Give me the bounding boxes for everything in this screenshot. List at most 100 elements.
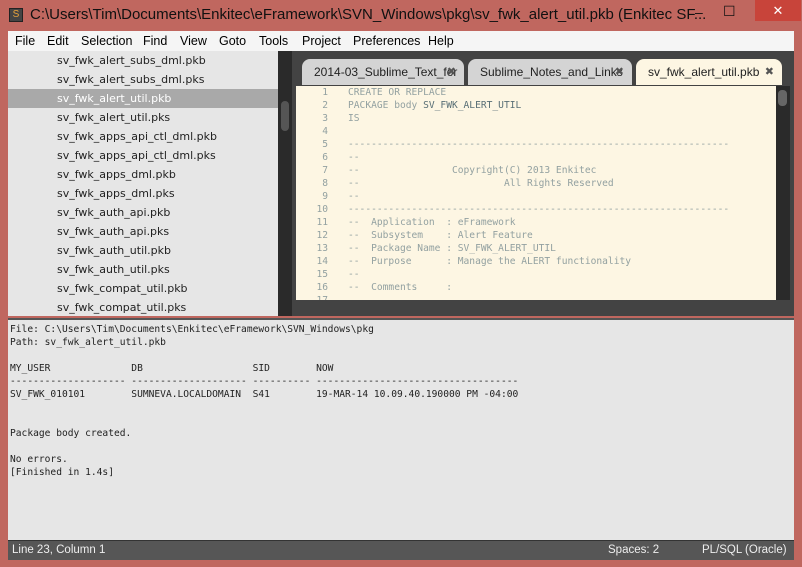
menu-tools[interactable]: Tools: [259, 34, 288, 48]
sidebar-file[interactable]: sv_fwk_alert_subs_dml.pks: [8, 70, 278, 89]
menu-project[interactable]: Project: [302, 34, 341, 48]
code-line: 1 CREATE OR REPLACE: [296, 86, 776, 99]
code-token: ----------------------------------------…: [348, 204, 730, 215]
sidebar-file[interactable]: sv_fwk_auth_util.pkb: [8, 241, 278, 260]
code-editor[interactable]: 1 CREATE OR REPLACE 2 PACKAGE body SV_FWK_A…: [296, 86, 776, 300]
window-title: C:\Users\Tim\Documents\Enkitec\eFramewor…: [30, 6, 707, 23]
sidebar-file[interactable]: sv_fwk_apps_dml.pks: [8, 184, 278, 203]
code-token: -- All Rights Reserved: [348, 178, 614, 189]
close-button[interactable]: ✕: [755, 0, 801, 21]
code-text: IS: [348, 112, 360, 125]
indentation-setting[interactable]: Spaces: 2: [608, 544, 659, 556]
code-token: -- Copyright(C) 2013 Enkitec: [348, 165, 597, 176]
code-line: 7 -- Copyright(C) 2013 Enkitec: [296, 164, 776, 177]
output-line: MY_USER DB SID NOW: [10, 363, 334, 374]
sidebar-file[interactable]: sv_fwk_compat_util.pkb: [8, 279, 278, 298]
tab-close-icon[interactable]: ✖: [615, 59, 624, 85]
code-text: -- All Rights Reserved: [348, 177, 614, 190]
output-line: Path: sv_fwk_alert_util.pkb: [10, 337, 166, 348]
tab-close-icon[interactable]: ✖: [765, 59, 774, 85]
code-line: 3 IS: [296, 112, 776, 125]
menu-preferences[interactable]: Preferences: [353, 34, 420, 48]
title-bar: S C:\Users\Tim\Documents\Enkitec\eFramew…: [0, 0, 802, 31]
sidebar-file[interactable]: sv_fwk_auth_api.pks: [8, 222, 278, 241]
tab-sv-fwk-alert-util[interactable]: sv_fwk_alert_util.pkb ✖: [636, 59, 782, 85]
code-text: PACKAGE body SV_FWK_ALERT_UTIL: [348, 99, 521, 112]
syntax-setting[interactable]: PL/SQL (Oracle): [702, 544, 787, 556]
sidebar-file[interactable]: sv_fwk_apps_api_ctl_dml.pkb: [8, 127, 278, 146]
output-line: [Finished in 1.4s]: [10, 467, 114, 478]
sidebar-file[interactable]: sv_fwk_apps_api_ctl_dml.pks: [8, 146, 278, 165]
code-line: 8 -- All Rights Reserved: [296, 177, 776, 190]
editor-scrollbar[interactable]: [776, 86, 790, 300]
sidebar-scrollbar[interactable]: [278, 51, 292, 316]
code-line: 11 -- Application : eFramework: [296, 216, 776, 229]
code-text: ----------------------------------------…: [348, 203, 729, 216]
menu-goto[interactable]: Goto: [219, 34, 246, 48]
tab-sublime-notes[interactable]: Sublime_Notes_and_Links ✖: [468, 59, 632, 85]
line-number: 3: [322, 113, 328, 124]
output-line: -------------------- -------------------…: [10, 376, 519, 387]
menu-edit[interactable]: Edit: [47, 34, 69, 48]
scroll-thumb[interactable]: [778, 90, 787, 106]
code-text: -- Subsystem : Alert Feature: [348, 229, 533, 242]
menu-bar: File Edit Selection Find View Goto Tools…: [8, 31, 794, 51]
code-token: -- Subsystem : Alert Feature: [348, 230, 533, 241]
line-number: 1: [322, 87, 328, 98]
sidebar-file-selected[interactable]: sv_fwk_alert_util.pkb: [8, 89, 278, 108]
menu-file[interactable]: File: [15, 34, 35, 48]
scroll-thumb[interactable]: [281, 101, 289, 131]
code-text: --: [348, 268, 360, 281]
code-text: CREATE OR REPLACE: [348, 86, 446, 99]
sidebar-file[interactable]: sv_fwk_compat_util.pks: [8, 298, 278, 316]
menu-help[interactable]: Help: [428, 34, 454, 48]
sidebar-file[interactable]: sv_fwk_alert_util.pks: [8, 108, 278, 127]
sidebar-file[interactable]: sv_fwk_auth_api.pkb: [8, 203, 278, 222]
output-line: No errors.: [10, 454, 68, 465]
code-token: --: [348, 152, 360, 163]
code-token: --: [348, 269, 360, 280]
minimize-button[interactable]: –: [695, 4, 703, 20]
menu-find[interactable]: Find: [143, 34, 167, 48]
code-token: IS: [348, 113, 360, 124]
tab-label: Sublime_Notes_and_Links: [480, 65, 623, 79]
maximize-button[interactable]: ☐: [723, 3, 736, 20]
tab-close-icon[interactable]: ✖: [447, 59, 456, 85]
code-token: -- Application : eFramework: [348, 217, 516, 228]
code-text: -- Application : eFramework: [348, 216, 516, 229]
code-text: --: [348, 190, 360, 203]
menu-view[interactable]: View: [180, 34, 207, 48]
line-number: 11: [316, 217, 328, 228]
tab-label: 2014-03_Sublime_Text_for: [314, 65, 458, 79]
line-number: 15: [316, 269, 328, 280]
code-token: -- Comments :: [348, 282, 452, 293]
code-text: -- Purpose : Manage the ALERT functional…: [348, 255, 631, 268]
output-line: Package body created.: [10, 428, 132, 439]
menu-selection[interactable]: Selection: [81, 34, 132, 48]
code-line: 12 -- Subsystem : Alert Feature: [296, 229, 776, 242]
code-text: -- Copyright(C) 2013 Enkitec: [348, 164, 596, 177]
code-line: 9 --: [296, 190, 776, 203]
code-line: 13 -- Package Name : SV_FWK_ALERT_UTIL: [296, 242, 776, 255]
code-identifier: SV_FWK_ALERT_UTIL: [423, 100, 522, 111]
code-line: 10 --------------------------------------…: [296, 203, 776, 216]
code-line: 15 --: [296, 268, 776, 281]
line-number: 6: [322, 152, 328, 163]
code-line: 16 -- Comments :: [296, 281, 776, 294]
code-line: 2 PACKAGE body SV_FWK_ALERT_UTIL: [296, 99, 776, 112]
line-number: 5: [322, 139, 328, 150]
sidebar-file[interactable]: sv_fwk_apps_dml.pkb: [8, 165, 278, 184]
line-number: 7: [322, 165, 328, 176]
tab-sublime-text[interactable]: 2014-03_Sublime_Text_for ✖: [302, 59, 464, 85]
sidebar-file[interactable]: sv_fwk_auth_util.pks: [8, 260, 278, 279]
code-token: -- Purpose : Manage the ALERT functional…: [348, 256, 632, 267]
cursor-position: Line 23, Column 1: [12, 544, 106, 556]
line-number: 12: [316, 230, 328, 241]
line-number: 8: [322, 178, 328, 189]
code-token: PACKAGE body: [348, 100, 424, 111]
editor-area: 2014-03_Sublime_Text_for ✖ Sublime_Notes_…: [292, 51, 794, 316]
sidebar-file[interactable]: sv_fwk_alert_subs_dml.pkb: [8, 51, 278, 70]
